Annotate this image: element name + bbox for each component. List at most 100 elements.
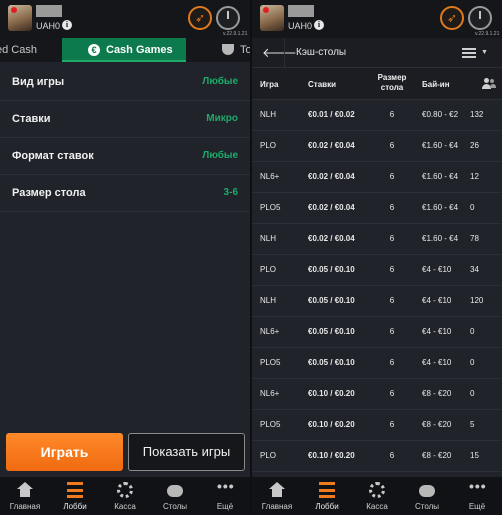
cell-stakes: €0.02 / €0.04 bbox=[308, 234, 355, 243]
bottom-nav: Главная Лобби Касса Столы ••• Ещё bbox=[252, 477, 502, 515]
cell-buyin: €8 - €20 bbox=[422, 389, 452, 398]
tab-sit-and-go[interactable]: ed Cash bbox=[0, 38, 37, 62]
info-icon[interactable]: i bbox=[314, 20, 324, 30]
cell-stakes: €0.05 / €0.10 bbox=[308, 327, 355, 336]
balance: UAH0 bbox=[288, 21, 313, 31]
username-redacted bbox=[36, 5, 62, 17]
filter-stakes[interactable]: Ставки Микро bbox=[0, 101, 250, 138]
filter-table-size[interactable]: Размер стола 3-6 bbox=[0, 175, 250, 212]
cell-table-size: 6 bbox=[389, 141, 395, 150]
list-menu-icon[interactable] bbox=[462, 48, 476, 58]
timer-icon[interactable] bbox=[216, 6, 240, 30]
timer-icon[interactable] bbox=[468, 6, 492, 30]
nav-cashier[interactable]: Касса bbox=[100, 477, 150, 515]
home-icon-base bbox=[272, 489, 282, 497]
cell-buyin: €4 - €10 bbox=[422, 265, 452, 274]
rocket-icon[interactable]: ➶ bbox=[188, 6, 212, 30]
table-row[interactable]: PLO €0.02 / €0.04 6 €1.60 - €4 26 bbox=[252, 131, 502, 162]
cell-players: 0 bbox=[470, 327, 475, 336]
nav-label: Касса bbox=[114, 502, 136, 511]
cell-table-size: 6 bbox=[389, 451, 395, 460]
tab-cash-games-label: Cash Games bbox=[106, 44, 173, 56]
chevron-down-icon[interactable]: ▼ bbox=[481, 49, 488, 56]
cell-stakes: €0.02 / €0.04 bbox=[308, 203, 355, 212]
table-row[interactable]: NLH €0.02 / €0.04 6 €1.60 - €4 78 bbox=[252, 224, 502, 255]
nav-tables[interactable]: Столы bbox=[150, 477, 200, 515]
filter-label: Размер стола bbox=[12, 187, 86, 199]
table-row[interactable]: NL6+ €0.05 / €0.10 6 €4 - €10 0 bbox=[252, 317, 502, 348]
cell-players: 15 bbox=[470, 451, 479, 460]
nav-home[interactable]: Главная bbox=[252, 477, 302, 515]
cell-table-size: 6 bbox=[389, 358, 395, 367]
version-label: v.22.9.1.21 bbox=[223, 31, 248, 37]
cell-table-size: 6 bbox=[389, 420, 395, 429]
table-row[interactable]: PLO5 €0.05 / €0.10 6 €4 - €10 0 bbox=[252, 348, 502, 379]
filter-label: Вид игры bbox=[12, 76, 65, 88]
game-type-tabs: ed Cash € Cash Games To bbox=[0, 38, 250, 62]
nav-tables[interactable]: Столы bbox=[402, 477, 452, 515]
tab-cash-games[interactable]: € Cash Games bbox=[62, 38, 186, 62]
tables-icon bbox=[167, 485, 183, 497]
cell-game: NL6+ bbox=[260, 327, 280, 336]
filter-game-type[interactable]: Вид игры Любые bbox=[0, 64, 250, 101]
column-buyin[interactable]: Бай-ин bbox=[422, 80, 450, 89]
cell-game: NLH bbox=[260, 296, 277, 305]
cell-game: NL6+ bbox=[260, 172, 280, 181]
column-table-size[interactable]: Размер стола bbox=[372, 73, 412, 93]
nav-lobby[interactable]: Лобби bbox=[50, 477, 100, 515]
version-label: v.22.9.1.21 bbox=[475, 31, 500, 37]
page-title: Кэш-столы bbox=[296, 47, 347, 58]
cell-stakes: €0.10 / €0.20 bbox=[308, 420, 355, 429]
avatar[interactable] bbox=[8, 5, 32, 31]
nav-home[interactable]: Главная bbox=[0, 477, 50, 515]
top-bar: UAH0 i ➶ v.22.9.1.21 bbox=[0, 0, 250, 38]
avatar[interactable] bbox=[260, 5, 284, 31]
table-row[interactable]: PLO €0.05 / €0.10 6 €4 - €10 34 bbox=[252, 255, 502, 286]
filter-value: Любые bbox=[202, 76, 238, 87]
table-row[interactable]: PLO5 €0.02 / €0.04 6 €1.60 - €4 0 bbox=[252, 193, 502, 224]
cell-game: PLO bbox=[260, 141, 277, 150]
table-header: Игра Ставки Размер стола Бай-ин bbox=[252, 68, 502, 100]
cell-players: 120 bbox=[470, 296, 484, 305]
nav-more[interactable]: ••• Ещё bbox=[452, 477, 502, 515]
nav-label: Главная bbox=[9, 502, 41, 511]
page-header: 🡐 Кэш-столы ▼ bbox=[252, 38, 502, 68]
cell-table-size: 6 bbox=[389, 203, 395, 212]
tab-tournaments-label: To bbox=[240, 44, 250, 56]
cell-table-size: 6 bbox=[389, 234, 395, 243]
table-row[interactable]: PLO €0.10 / €0.20 6 €8 - €20 15 bbox=[252, 441, 502, 472]
nav-cashier[interactable]: Касса bbox=[352, 477, 402, 515]
cell-stakes: €0.02 / €0.04 bbox=[308, 172, 355, 181]
info-icon[interactable]: i bbox=[62, 20, 72, 30]
cell-players: 0 bbox=[470, 358, 475, 367]
cell-players: 0 bbox=[470, 389, 475, 398]
players-icon[interactable] bbox=[482, 78, 496, 89]
lobby-filters-panel: UAH0 i ➶ v.22.9.1.21 ed Cash € Cash Game… bbox=[0, 0, 250, 515]
back-arrow-icon[interactable]: 🡐 bbox=[262, 46, 297, 60]
cell-game: PLO5 bbox=[260, 358, 281, 367]
more-icon: ••• bbox=[217, 478, 235, 494]
filter-betting-format[interactable]: Формат ставок Любые bbox=[0, 138, 250, 175]
table-row[interactable]: NL6+ €0.02 / €0.04 6 €1.60 - €4 12 bbox=[252, 162, 502, 193]
filter-value: 3-6 bbox=[223, 187, 238, 198]
cell-table-size: 6 bbox=[389, 265, 395, 274]
cashier-icon bbox=[117, 482, 133, 498]
column-game[interactable]: Игра bbox=[260, 80, 278, 89]
cell-game: NLH bbox=[260, 234, 277, 243]
show-games-button[interactable]: Показать игры bbox=[128, 433, 245, 471]
nav-label: Главная bbox=[261, 502, 293, 511]
tab-tournaments[interactable]: To bbox=[222, 38, 250, 62]
cell-players: 26 bbox=[470, 141, 479, 150]
table-row[interactable]: NLH €0.01 / €0.02 6 €0.80 - €2 132 bbox=[252, 100, 502, 131]
nav-lobby[interactable]: Лобби bbox=[302, 477, 352, 515]
table-row[interactable]: NLH €0.05 / €0.10 6 €4 - €10 120 bbox=[252, 286, 502, 317]
nav-more[interactable]: ••• Ещё bbox=[200, 477, 250, 515]
cell-buyin: €1.60 - €4 bbox=[422, 172, 459, 181]
tables-icon bbox=[419, 485, 435, 497]
table-row[interactable]: PLO5 €0.10 / €0.20 6 €8 - €20 5 bbox=[252, 410, 502, 441]
cell-stakes: €0.05 / €0.10 bbox=[308, 358, 355, 367]
table-row[interactable]: NL6+ €0.10 / €0.20 6 €8 - €20 0 bbox=[252, 379, 502, 410]
rocket-icon[interactable]: ➶ bbox=[440, 6, 464, 30]
column-stakes[interactable]: Ставки bbox=[308, 80, 336, 89]
play-button[interactable]: Играть bbox=[6, 433, 123, 471]
